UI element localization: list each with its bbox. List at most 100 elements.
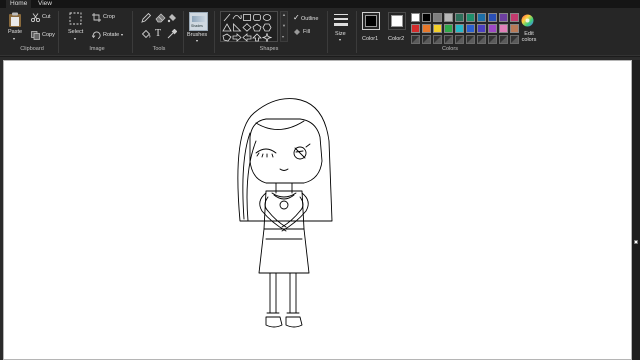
arrow-left-icon[interactable] [242,33,252,42]
line-size-icon[interactable] [334,13,348,29]
color1-label[interactable]: Color1 [362,36,378,42]
gallery-expand-icon[interactable]: ▾ [282,34,284,39]
ribbon-separator [327,11,328,53]
crop-icon[interactable] [92,13,101,22]
cut-icon[interactable] [31,13,40,22]
fill-label[interactable]: Fill [303,29,310,35]
color2-label[interactable]: Color2 [388,36,404,42]
custom-color-slot[interactable] [499,35,508,44]
custom-color-slot[interactable] [510,35,519,44]
ribbon-separator [356,11,357,53]
custom-color-slot[interactable] [433,35,442,44]
rectangle-icon[interactable] [242,13,252,22]
ribbon-separator [214,11,215,53]
polygon-icon[interactable] [222,33,232,42]
tab-home[interactable]: Home [6,0,32,8]
palette-color-swatch[interactable] [411,13,420,22]
drawing-girl-sketch [237,98,333,328]
outline-check-icon[interactable]: ✓ [293,13,300,22]
fill-shape-icon[interactable] [293,28,301,36]
pencil-icon[interactable] [141,13,151,23]
custom-color-slot[interactable] [411,35,420,44]
ribbon: Paste ▾ Cut Copy Clipboard Select ▾ Crop… [0,8,640,56]
custom-color-slot[interactable] [488,35,497,44]
star-four-icon[interactable] [262,33,272,42]
scroll-down-icon[interactable]: ▼ [282,23,286,28]
palette-color-swatch[interactable] [510,24,519,33]
crop-label[interactable]: Crop [103,14,115,20]
cut-label[interactable]: Cut [42,14,51,20]
palette-color-swatch[interactable] [477,24,486,33]
palette-color-swatch[interactable] [488,13,497,22]
palette-color-swatch[interactable] [455,13,464,22]
ribbon-separator [132,11,133,53]
fill-bucket-icon[interactable] [167,13,177,23]
shapes-gallery-scrollbar[interactable]: ▲ ▼ ▾ [280,11,288,42]
palette-color-swatch[interactable] [422,13,431,22]
rotate-dropdown-icon[interactable]: ▾ [121,32,123,37]
custom-color-slot[interactable] [466,35,475,44]
paste-label[interactable]: Paste [8,29,22,35]
select-label[interactable]: Select [68,29,83,35]
edit-colors-icon[interactable] [521,14,534,27]
select-icon[interactable] [69,12,82,25]
palette-color-swatch[interactable] [499,24,508,33]
palette-color-swatch[interactable] [411,24,420,33]
palette-color-swatch[interactable] [433,13,442,22]
arrow-up-icon[interactable] [252,33,262,42]
palette-color-swatch[interactable] [510,13,519,22]
custom-color-slot[interactable] [477,35,486,44]
palette-color-swatch[interactable] [488,24,497,33]
brushes-dropdown-icon[interactable]: ▾ [196,38,198,43]
palette-color-swatch[interactable] [466,24,475,33]
color1-selector[interactable] [362,12,380,30]
color1-swatch [365,15,377,27]
hexagon-icon[interactable] [262,23,272,32]
canvas-scroll-edge [632,60,640,360]
palette-color-swatch[interactable] [444,13,453,22]
custom-color-slot[interactable] [455,35,464,44]
tab-view[interactable]: View [34,0,56,8]
color2-selector[interactable] [388,12,406,30]
palette-color-swatch[interactable] [477,13,486,22]
text-icon[interactable]: T [155,28,161,39]
rotate-label[interactable]: Rotate [103,32,119,38]
color2-swatch [391,15,403,27]
scroll-up-icon[interactable]: ▲ [282,12,286,17]
palette-color-swatch[interactable] [444,24,453,33]
palette-color-swatch[interactable] [499,13,508,22]
oval-icon[interactable] [262,13,272,22]
custom-color-slot[interactable] [444,35,453,44]
line-icon[interactable] [222,13,232,22]
rotate-icon[interactable] [92,31,101,40]
drawing-canvas[interactable] [3,60,632,360]
shapes-group-label: Shapes [259,46,279,52]
eraser-icon[interactable] [155,13,166,23]
select-dropdown-icon[interactable]: ▾ [74,36,76,41]
size-dropdown-icon[interactable]: ▾ [339,37,341,42]
right-triangle-icon[interactable] [232,23,242,32]
custom-color-slot[interactable] [422,35,431,44]
curve-icon[interactable] [232,13,242,22]
paste-dropdown-icon[interactable]: ▾ [13,36,15,41]
copy-icon[interactable] [31,31,40,40]
palette-color-swatch[interactable] [466,13,475,22]
brushes-preview[interactable]: Shades [189,12,208,31]
ribbon-tab-bar: Home View [0,0,640,8]
paste-icon[interactable] [8,12,22,28]
image-group-label: Image [89,46,105,52]
triangle-icon[interactable] [222,23,232,32]
copy-label[interactable]: Copy [42,32,55,38]
edit-colors-label[interactable]: Edit colors [520,31,538,43]
color-picker-icon[interactable] [167,29,177,39]
outline-label[interactable]: Outline [301,16,318,22]
palette-color-swatch[interactable] [433,24,442,33]
diamond-icon[interactable] [242,23,252,32]
palette-color-swatch[interactable] [455,24,464,33]
rounded-rectangle-icon[interactable] [252,13,262,22]
pentagon-icon[interactable] [252,23,262,32]
arrow-right-icon[interactable] [232,33,242,42]
palette-color-swatch[interactable] [422,24,431,33]
canvas-resize-handle[interactable] [634,240,638,244]
fill-icon[interactable] [141,29,151,39]
